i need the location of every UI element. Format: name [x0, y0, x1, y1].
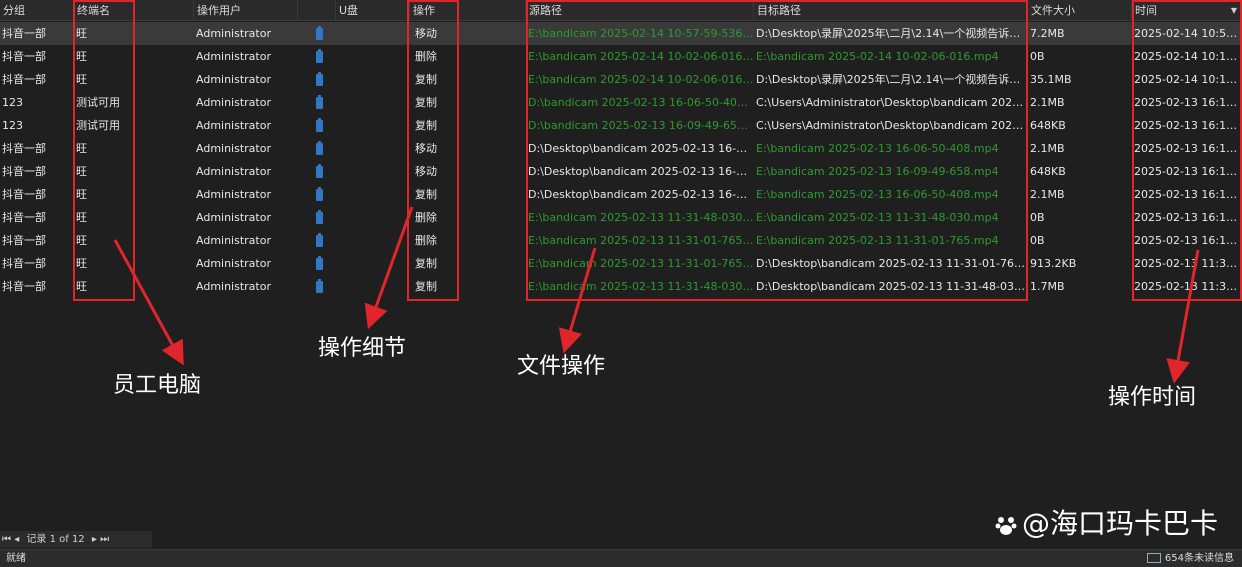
pager-bar: ⏮ ◂ 记录 1 of 12 ▸ ⏭ — [0, 531, 152, 548]
label-employee-pc: 员工电脑 — [113, 373, 202, 398]
watermark-text: @海口玛卡巴卡 — [1021, 507, 1218, 540]
next-page-icon[interactable]: ▸ — [92, 531, 97, 548]
last-page-icon[interactable]: ⏭ — [100, 531, 109, 548]
prev-page-icon[interactable]: ◂ — [14, 531, 19, 548]
unread-count: 654条未读信息 — [1164, 553, 1234, 564]
label-op-time: 操作时间 — [1108, 385, 1197, 410]
arrow-op-detail — [364, 206, 414, 330]
annotation-arrows — [113, 206, 1200, 384]
status-text: 就绪 — [6, 553, 26, 564]
first-page-icon[interactable]: ⏮ — [2, 531, 11, 548]
message-icon — [1146, 553, 1161, 563]
status-bar: 就绪 654条未读信息 — [0, 549, 1242, 567]
label-file-op: 文件操作 — [517, 354, 606, 379]
paw-logo-icon — [995, 517, 1017, 535]
arrow-file-op — [558, 247, 597, 354]
pager-record: 记录 1 of 12 — [26, 534, 85, 545]
arrow-employee-pc — [113, 239, 184, 366]
label-op-detail: 操作细节 — [318, 336, 407, 361]
arrow-op-time — [1166, 249, 1200, 384]
watermark: @海口玛卡巴卡 — [994, 502, 1218, 542]
unread-messages[interactable]: 654条未读信息 — [1146, 550, 1234, 567]
